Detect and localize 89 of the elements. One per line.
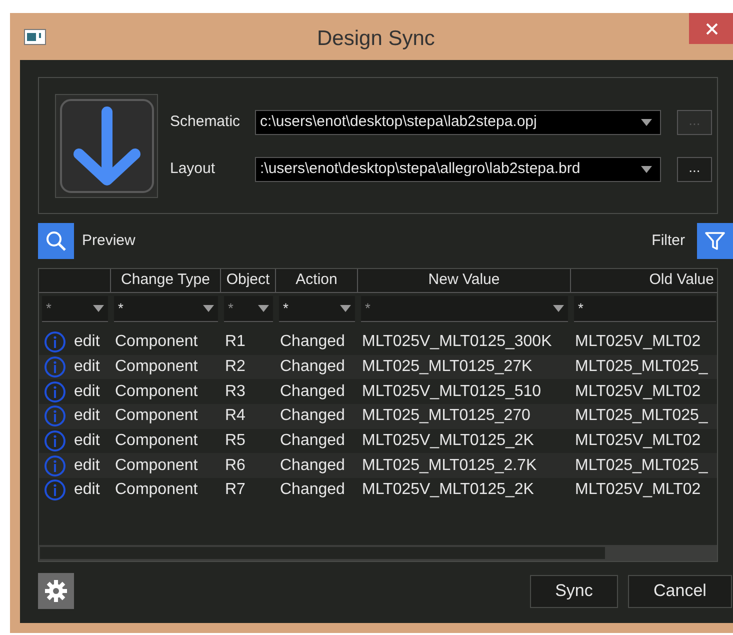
scrollbar-thumb[interactable]	[40, 547, 605, 559]
dropdown-arrow-icon	[93, 305, 104, 312]
info-icon	[44, 405, 66, 428]
info-icon	[44, 430, 66, 452]
table-cell: MLT025_MLT025_	[575, 358, 708, 376]
table-cell: MLT025V_MLT0125_2K	[362, 432, 534, 450]
table-cell: R5	[225, 432, 246, 450]
filter-dropdown[interactable]: *	[114, 296, 218, 322]
table-cell: MLT025V_MLT0125_300K	[362, 333, 552, 350]
table-cell: R3	[225, 382, 246, 400]
table-cell: MLT025V_MLT02	[575, 333, 701, 350]
table-cell: MLT025V_MLT02	[575, 481, 701, 498]
table-cell: R6	[225, 456, 246, 474]
table-cell-text: edit	[74, 357, 100, 378]
table-cell-text: edit	[74, 406, 100, 426]
path-dropdown[interactable]: c:\users\enot\desktop\stepa\lab2stepa.opj	[255, 110, 661, 134]
table-cell-text: edit	[74, 431, 100, 452]
table-cell-text: edit	[74, 456, 100, 476]
table-cell: Component	[115, 333, 198, 350]
settings-button[interactable]	[38, 573, 74, 609]
table-cell: Component	[115, 407, 198, 424]
preview-button[interactable]	[38, 223, 74, 259]
column-header[interactable]: Object	[221, 269, 276, 293]
window-title: Design Sync	[317, 26, 435, 52]
table-cell: R4	[225, 407, 246, 424]
column-header[interactable]: Old Value	[571, 269, 717, 293]
table-cell: MLT025_MLT025_	[575, 407, 708, 424]
info-icon	[44, 356, 66, 378]
table-cell: R2	[225, 358, 246, 376]
table-cell-text: edit	[74, 332, 100, 352]
sync-direction-button[interactable]	[55, 94, 158, 198]
close-icon	[706, 22, 718, 34]
info-icon	[44, 331, 66, 354]
column-header[interactable]: Change Type	[111, 269, 221, 293]
browse-button[interactable]: ...	[677, 156, 712, 182]
column-header[interactable]: Action	[276, 269, 358, 293]
table-cell: MLT025_MLT0125_2.7K	[362, 456, 537, 474]
info-icon	[44, 454, 66, 477]
filter-dropdown[interactable]: *	[361, 296, 568, 322]
search-icon	[45, 230, 67, 252]
close-button[interactable]	[689, 13, 733, 44]
dialog-button[interactable]: Cancel	[628, 574, 732, 608]
table-cell: Component	[115, 432, 198, 450]
table-cell-text: edit	[74, 480, 100, 500]
table-cell: Component	[115, 456, 198, 474]
table-cell: R7	[225, 481, 246, 498]
table-cell: R1	[225, 333, 246, 350]
table-cell: MLT025V_MLT0125_2K	[362, 481, 534, 498]
table-cell: MLT025_MLT0125_27K	[362, 358, 532, 376]
info-icon	[44, 479, 66, 502]
table-cell: MLT025_MLT025_	[575, 456, 708, 474]
filter-dropdown[interactable]: *	[224, 296, 273, 322]
schematic-label: Schematic	[170, 112, 242, 132]
dropdown-arrow-icon	[258, 305, 269, 312]
filter-dropdown[interactable]: *	[279, 296, 355, 322]
table-cell: Changed	[280, 432, 345, 450]
filter-dropdown[interactable]: *	[574, 296, 716, 322]
funnel-icon	[704, 230, 726, 252]
app-icon	[24, 28, 46, 44]
table-cell: MLT025V_MLT0125_510	[362, 382, 542, 400]
filter-label: Filter	[652, 230, 685, 251]
table-cell: Changed	[280, 333, 345, 350]
dropdown-arrow-icon	[641, 166, 652, 172]
preview-label: Preview	[82, 230, 136, 251]
table-cell: Component	[115, 481, 198, 498]
dialog-button[interactable]: Sync	[530, 574, 618, 608]
table-cell: Component	[115, 382, 198, 400]
dropdown-arrow-icon	[553, 305, 564, 312]
dropdown-arrow-icon	[340, 305, 351, 312]
table-cell: Changed	[280, 407, 345, 424]
table-cell: Changed	[280, 358, 345, 376]
path-dropdown[interactable]: :\users\enot\desktop\stepa\allegro\lab2stepa.brd	[255, 156, 661, 182]
column-header[interactable]: New Value	[358, 269, 571, 293]
column-header[interactable]	[39, 269, 111, 293]
table-cell: Changed	[280, 481, 345, 498]
filter-button[interactable]	[697, 223, 733, 259]
table-cell: Changed	[280, 382, 345, 400]
info-icon	[44, 380, 66, 403]
table-cell: MLT025_MLT0125_270	[362, 407, 530, 424]
table-cell: Changed	[280, 456, 345, 474]
dropdown-arrow-icon	[203, 305, 214, 312]
table-cell-text: edit	[74, 382, 100, 402]
table-cell: Component	[115, 358, 198, 376]
layout-label: Layout	[170, 158, 216, 179]
dropdown-arrow-icon	[641, 118, 652, 126]
gear-icon	[44, 579, 68, 603]
table-cell: MLT025V_MLT02	[575, 382, 701, 400]
filter-dropdown[interactable]: *	[42, 296, 108, 322]
table-cell: MLT025V_MLT02	[575, 432, 701, 450]
